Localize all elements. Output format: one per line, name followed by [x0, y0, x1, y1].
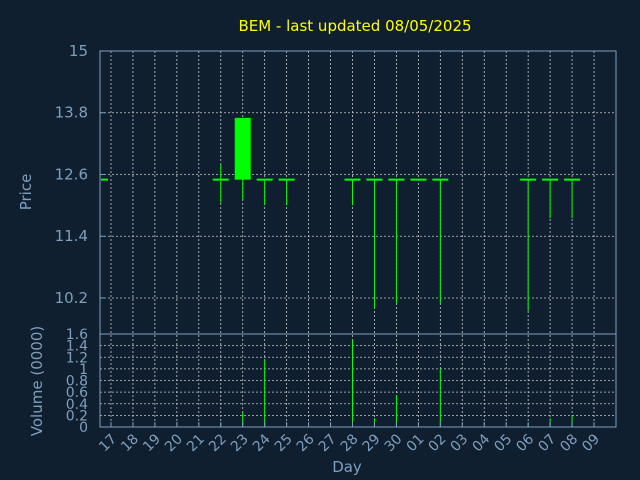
x-tick-label: 17 — [96, 431, 120, 455]
volume-tick-label: 1.6 — [66, 327, 88, 343]
x-tick-label: 21 — [184, 431, 208, 455]
x-tick-label: 19 — [140, 431, 164, 455]
x-tick-label: 30 — [382, 431, 406, 455]
x-tick-label: 25 — [272, 431, 296, 455]
x-tick-label: 07 — [535, 431, 559, 455]
chart-title: BEM - last updated 08/05/2025 — [238, 17, 471, 35]
x-tick-label: 27 — [316, 431, 340, 455]
x-tick-label: 22 — [206, 431, 230, 455]
x-tick-label: 05 — [491, 431, 515, 455]
x-tick-label: 26 — [294, 431, 318, 455]
x-tick-label: 04 — [469, 431, 493, 455]
x-tick-label: 08 — [557, 431, 581, 455]
x-tick-label: 09 — [579, 431, 603, 455]
price-frame — [99, 50, 617, 335]
x-tick-label: 28 — [338, 431, 362, 455]
price-tick-label: 15 — [69, 42, 88, 60]
x-tick-label: 24 — [250, 431, 274, 455]
x-tick-label: 20 — [162, 431, 186, 455]
volume-axis-label: Volume (0000) — [28, 326, 46, 436]
volume-grid — [100, 333, 616, 428]
stock-chart: BEM - last updated 08/05/2025 10.2 11.4 12… — [17, 17, 617, 476]
price-grid — [100, 50, 616, 427]
price-axis-label: Price — [17, 174, 35, 211]
x-tick-label: 29 — [360, 431, 384, 455]
price-tick-label: 11.4 — [55, 227, 88, 245]
x-axis-label: Day — [332, 458, 362, 476]
price-tick-label: 13.8 — [55, 104, 88, 122]
x-tick-label: 23 — [228, 431, 252, 455]
price-tick-label: 10.2 — [55, 289, 88, 307]
x-tick-label: 18 — [118, 431, 142, 455]
candle-body — [234, 117, 251, 180]
x-tick-label: 06 — [513, 431, 537, 455]
x-tick-label: 03 — [448, 431, 472, 455]
volume-y-ticks: 00.20.40.60.811.21.41.6 — [66, 327, 88, 436]
x-tick-label: 02 — [426, 431, 450, 455]
x-tick-label: 01 — [404, 431, 428, 455]
price-candles — [101, 117, 581, 311]
price-tick-label: 12.6 — [55, 165, 88, 183]
price-y-ticks: 10.2 11.4 12.6 13.8 15 — [55, 42, 105, 307]
